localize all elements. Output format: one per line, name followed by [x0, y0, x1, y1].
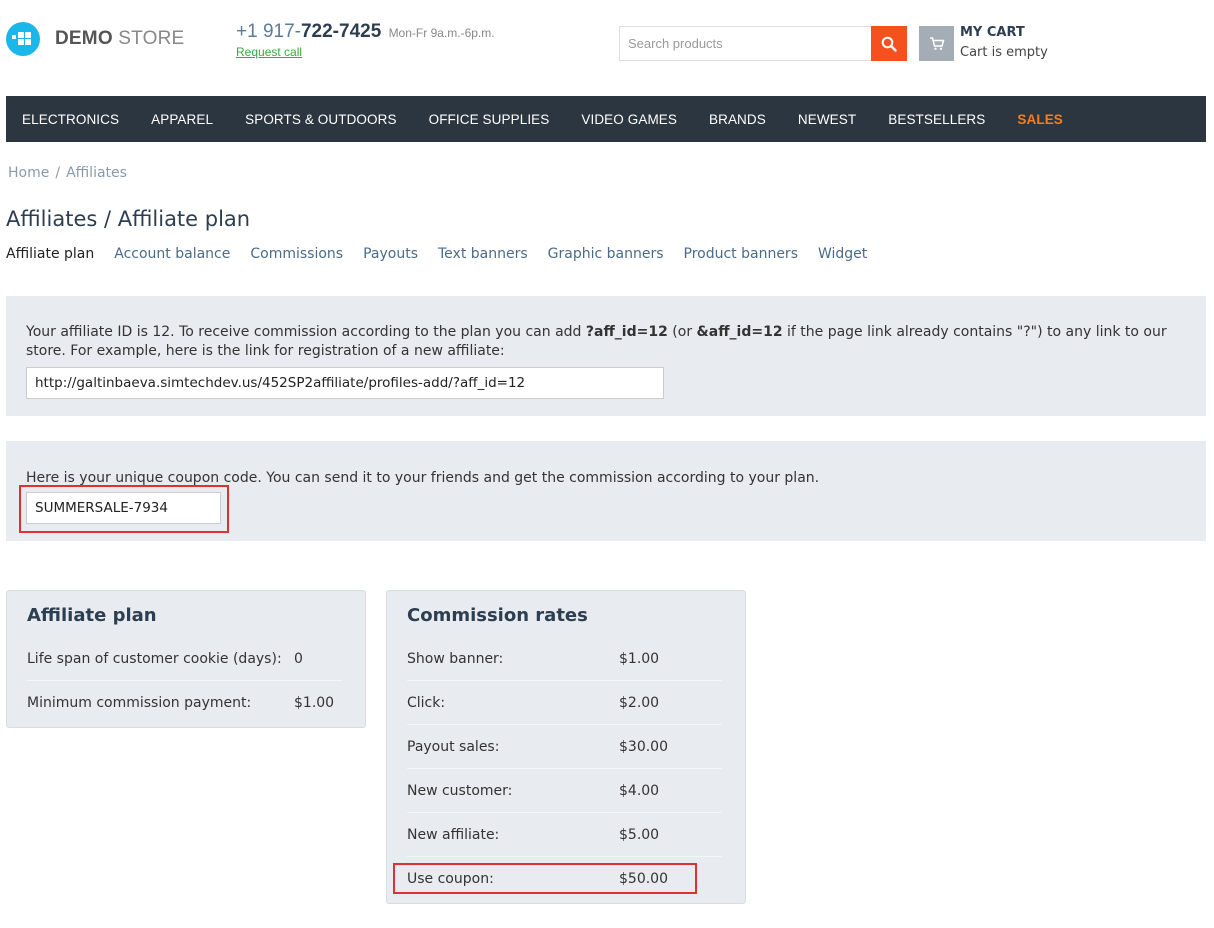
rate-row-new-affiliate: New affiliate: $5.00	[407, 813, 722, 857]
request-call-link[interactable]: Request call	[236, 45, 302, 59]
cart-widget[interactable]: MY CART Cart is empty	[919, 25, 1048, 61]
nav-item-video-games[interactable]: VIDEO GAMES	[581, 112, 677, 127]
affiliate-plan-title: Affiliate plan	[27, 605, 157, 626]
search-icon	[881, 36, 897, 52]
affiliate-plan-card: Affiliate plan Life span of customer coo…	[6, 590, 366, 728]
nav-item-electronics[interactable]: ELECTRONICS	[22, 112, 119, 127]
tab-text-banners[interactable]: Text banners	[438, 246, 528, 262]
tab-commissions[interactable]: Commissions	[250, 246, 343, 262]
nav-item-apparel[interactable]: APPAREL	[151, 112, 213, 127]
rate-row-payout-sales: Payout sales: $30.00	[407, 725, 722, 769]
tab-affiliate-plan[interactable]: Affiliate plan	[6, 246, 94, 262]
search-input[interactable]: Search products	[619, 26, 871, 61]
use-coupon-highlight	[393, 863, 697, 894]
nav-item-sales[interactable]: SALES	[1017, 112, 1063, 127]
logo-icon	[6, 22, 40, 56]
nav-item-office-supplies[interactable]: OFFICE SUPPLIES	[429, 112, 550, 127]
phone-number: 722-7425	[300, 21, 382, 42]
store-logo[interactable]: DEMO STORE	[6, 22, 184, 56]
affiliate-link-field[interactable]: http://galtinbaeva.simtechdev.us/452SP2a…	[26, 367, 664, 399]
nav-item-sports-outdoors[interactable]: SPORTS & OUTDOORS	[245, 112, 396, 127]
plan-row-cookie: Life span of customer cookie (days): 0	[27, 637, 342, 681]
phone-prefix: +1 917-	[236, 21, 301, 42]
cart-icon	[919, 26, 954, 61]
commission-rates-card: Commission rates Show banner: $1.00 Clic…	[386, 590, 746, 904]
coupon-panel: Here is your unique coupon code. You can…	[6, 441, 1206, 541]
tab-widget[interactable]: Widget	[818, 246, 867, 262]
affiliate-tabs: Affiliate plan Account balance Commissio…	[6, 246, 887, 262]
logo-text: DEMO STORE	[55, 28, 185, 49]
breadcrumb: Home / Affiliates	[8, 165, 127, 181]
tab-payouts[interactable]: Payouts	[363, 246, 418, 262]
plan-row-min-payment: Minimum commission payment: $1.00	[27, 695, 335, 711]
rate-row-new-customer: New customer: $4.00	[407, 769, 722, 813]
rate-row-click: Click: $2.00	[407, 681, 722, 725]
nav-item-brands[interactable]: BRANDS	[709, 112, 766, 127]
breadcrumb-affiliates[interactable]: Affiliates	[66, 165, 127, 181]
affiliate-id-panel: Your affiliate ID is 12. To receive comm…	[6, 296, 1206, 416]
breadcrumb-separator: /	[55, 165, 61, 181]
coupon-code-field[interactable]: SUMMERSALE-7934	[26, 492, 221, 524]
tab-graphic-banners[interactable]: Graphic banners	[548, 246, 664, 262]
cart-title: MY CART	[960, 25, 1025, 40]
search-button[interactable]	[871, 26, 907, 61]
page-title: Affiliates / Affiliate plan	[6, 207, 251, 231]
search-form: Search products	[619, 26, 907, 61]
cart-status: Cart is empty	[960, 45, 1048, 60]
phone-hours: Mon-Fr 9a.m.-6p.m.	[388, 26, 495, 40]
aff-param-1: ?aff_id=12	[585, 324, 668, 340]
main-nav: ELECTRONICS APPAREL SPORTS & OUTDOORS OF…	[6, 96, 1206, 142]
breadcrumb-home[interactable]: Home	[8, 165, 49, 181]
tab-account-balance[interactable]: Account balance	[114, 246, 230, 262]
tab-product-banners[interactable]: Product banners	[684, 246, 798, 262]
aff-param-2: &aff_id=12	[696, 324, 783, 340]
commission-rates-title: Commission rates	[407, 605, 588, 626]
nav-item-newest[interactable]: NEWEST	[798, 112, 856, 127]
nav-item-bestsellers[interactable]: BESTSELLERS	[888, 112, 985, 127]
affiliate-id-text: Your affiliate ID is 12. To receive comm…	[26, 324, 1167, 359]
phone-block: +1 917-722-7425 Mon-Fr 9a.m.-6p.m. Reque…	[236, 21, 495, 59]
rate-row-show-banner: Show banner: $1.00	[407, 637, 722, 681]
